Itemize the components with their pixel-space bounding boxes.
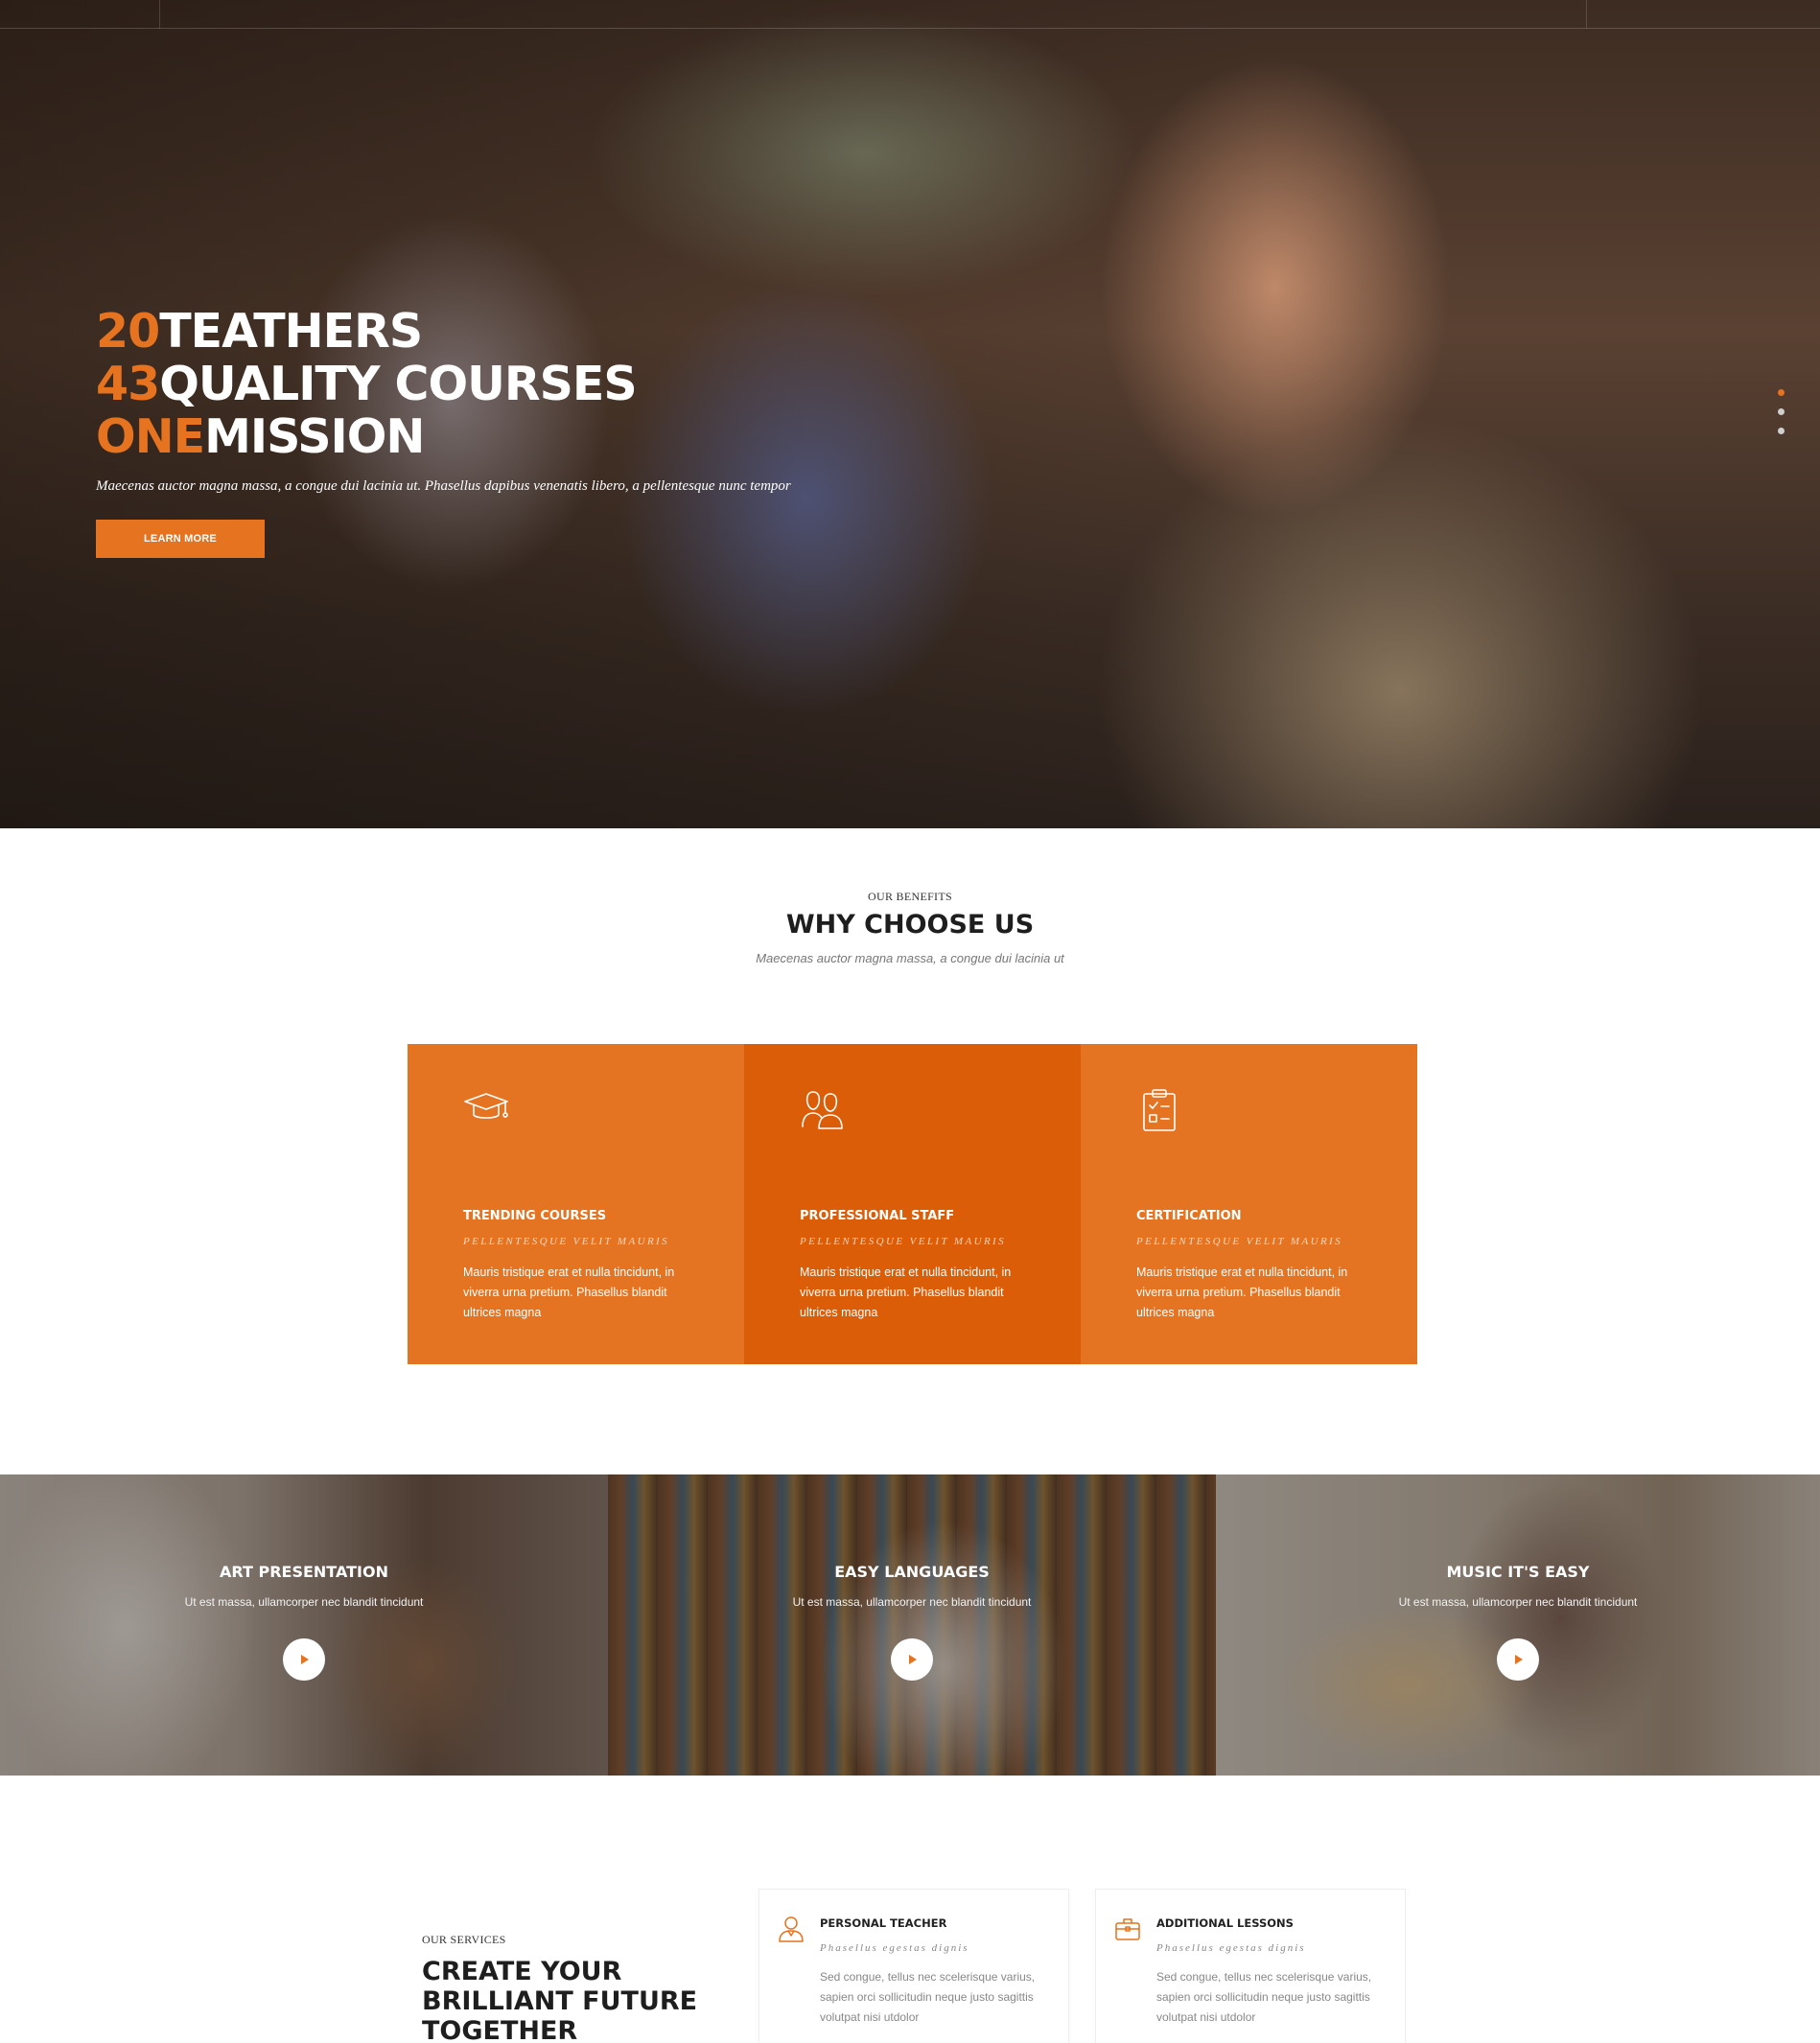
- hero-headline-text: TEATHERS: [159, 304, 423, 359]
- staff-group-icon: [800, 1086, 848, 1134]
- service-description: Sed congue, tellus nec scelerisque variu…: [1156, 1970, 1372, 2024]
- hero-slider: 20TEATHERS 43QUALITY COURSES ONEMISSION …: [0, 0, 1820, 828]
- briefcase-icon: [1113, 1915, 1142, 1943]
- gallery-overlay: ART PRESENTATION Ut est massa, ullamcorp…: [0, 1474, 608, 1776]
- benefit-card-certification: CERTIFICATION PELLENTESQUE VELIT MAURIS …: [1081, 1044, 1417, 1364]
- gallery-subtitle: Ut est massa, ullamcorper nec blandit ti…: [184, 1595, 424, 1609]
- play-button[interactable]: [283, 1638, 325, 1681]
- services-eyebrow: OUR SERVICES: [422, 1933, 506, 1946]
- gallery-item-easy-languages[interactable]: EASY LANGUAGES Ut est massa, ullamcorper…: [608, 1474, 1216, 1776]
- benefit-tagline: PELLENTESQUE VELIT MAURIS: [800, 1236, 1007, 1247]
- benefit-description: Mauris tristique erat et nulla tincidunt…: [1136, 1265, 1348, 1319]
- benefit-cards: TRENDING COURSES PELLENTESQUE VELIT MAUR…: [408, 1044, 1417, 1364]
- gallery-overlay: EASY LANGUAGES Ut est massa, ullamcorper…: [608, 1474, 1216, 1776]
- play-icon: [301, 1655, 309, 1664]
- services-header: OUR SERVICES CREATE YOUR BRILLIANT FUTUR…: [422, 1933, 729, 2043]
- gallery-item-art-presentation[interactable]: ART PRESENTATION Ut est massa, ullamcorp…: [0, 1474, 608, 1776]
- benefit-description: Mauris tristique erat et nulla tincidunt…: [800, 1265, 1012, 1319]
- hero-headline-line-3: ONEMISSION: [96, 410, 791, 463]
- service-tagline: Phasellus egestas dignis: [1156, 1942, 1306, 1954]
- benefits-header: OUR BENEFITS WHY CHOOSE US Maecenas auct…: [0, 890, 1820, 965]
- slider-pagination: [1778, 389, 1785, 447]
- graduation-cap-icon: [463, 1086, 511, 1134]
- benefit-description: Mauris tristique erat et nulla tincidunt…: [463, 1265, 675, 1319]
- header-bar: [0, 0, 1820, 29]
- gallery-subtitle: Ut est massa, ullamcorper nec blandit ti…: [792, 1595, 1032, 1609]
- play-icon: [909, 1655, 917, 1664]
- hero-headline-text: MISSION: [204, 409, 425, 464]
- slider-dot-1[interactable]: [1778, 389, 1785, 396]
- play-button[interactable]: [891, 1638, 933, 1681]
- hero-headline-text: QUALITY COURSES: [159, 357, 637, 411]
- service-description: Sed congue, tellus nec scelerisque variu…: [820, 1970, 1036, 2024]
- service-title: PERSONAL TEACHER: [820, 1916, 947, 1930]
- benefit-title: CERTIFICATION: [1136, 1209, 1242, 1223]
- benefits-subtitle: Maecenas auctor magna massa, a congue du…: [756, 951, 1064, 965]
- header-divider: [159, 0, 160, 29]
- learn-more-button[interactable]: LEARN MORE: [96, 520, 265, 558]
- teacher-person-icon: [777, 1915, 805, 1943]
- service-card-personal-teacher: PERSONAL TEACHER Phasellus egestas digni…: [758, 1889, 1069, 2043]
- benefits-eyebrow: OUR BENEFITS: [868, 890, 952, 903]
- benefit-card-professional-staff: PROFESSIONAL STAFF PELLENTESQUE VELIT MA…: [744, 1044, 1081, 1364]
- gallery-title: EASY LANGUAGES: [834, 1563, 990, 1581]
- gallery-subtitle: Ut est massa, ullamcorper nec blandit ti…: [1398, 1595, 1638, 1609]
- benefit-title: PROFESSIONAL STAFF: [800, 1209, 955, 1223]
- header-divider: [1586, 0, 1587, 29]
- hero-headline-line-2: 43QUALITY COURSES: [96, 358, 791, 410]
- benefit-card-trending-courses: TRENDING COURSES PELLENTESQUE VELIT MAUR…: [408, 1044, 744, 1364]
- slider-dot-3[interactable]: [1778, 428, 1785, 434]
- hero-headline-line-1: 20TEATHERS: [96, 305, 791, 358]
- play-button[interactable]: [1497, 1638, 1539, 1681]
- hero-headline-accent: 43: [96, 357, 160, 411]
- service-tagline: Phasellus egestas dignis: [820, 1942, 969, 1954]
- benefit-tagline: PELLENTESQUE VELIT MAURIS: [1136, 1236, 1343, 1247]
- hero-subtitle: Maecenas auctor magna massa, a congue du…: [96, 478, 791, 494]
- slider-dot-2[interactable]: [1778, 408, 1785, 415]
- play-icon: [1515, 1655, 1523, 1664]
- service-title: ADDITIONAL LESSONS: [1156, 1916, 1294, 1930]
- hero-headline-accent: 20: [96, 304, 160, 359]
- course-gallery: ART PRESENTATION Ut est massa, ullamcorp…: [0, 1474, 1820, 1776]
- benefit-tagline: PELLENTESQUE VELIT MAURIS: [463, 1236, 670, 1247]
- hero-headline-accent: ONE: [96, 409, 205, 464]
- gallery-title: ART PRESENTATION: [220, 1563, 388, 1581]
- service-card-additional-lessons: ADDITIONAL LESSONS Phasellus egestas dig…: [1095, 1889, 1406, 2043]
- gallery-title: MUSIC IT'S EASY: [1446, 1563, 1590, 1581]
- gallery-item-music[interactable]: MUSIC IT'S EASY Ut est massa, ullamcorpe…: [1216, 1474, 1820, 1776]
- gallery-overlay: MUSIC IT'S EASY Ut est massa, ullamcorpe…: [1216, 1474, 1820, 1776]
- benefits-title: WHY CHOOSE US: [785, 910, 1035, 940]
- clipboard-check-icon: [1136, 1086, 1184, 1134]
- benefit-title: TRENDING COURSES: [463, 1209, 607, 1223]
- services-title: CREATE YOUR BRILLIANT FUTURE TOGETHER: [422, 1957, 698, 2043]
- hero-content: 20TEATHERS 43QUALITY COURSES ONEMISSION …: [96, 305, 791, 558]
